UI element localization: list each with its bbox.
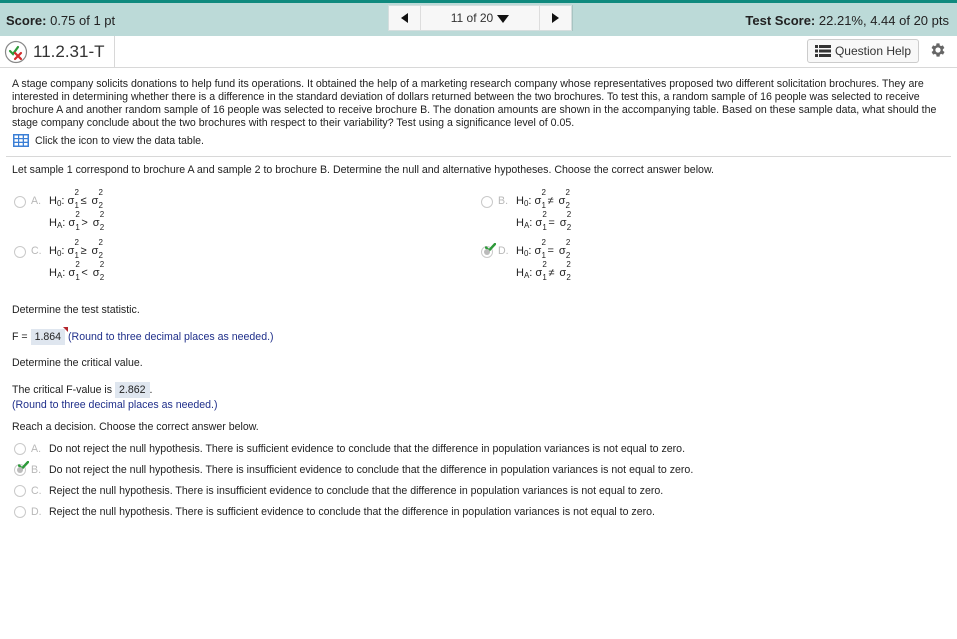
right-arrow-icon <box>552 13 559 23</box>
radio-button[interactable] <box>14 196 26 208</box>
option-letter: D. <box>31 506 42 518</box>
test-score-label: Test Score: <box>745 13 816 28</box>
option-letter: C. <box>31 245 42 257</box>
hypothesis-line: H A: σ 2 1 > σ 2 2 <box>49 210 105 232</box>
score-label: Score: <box>6 13 47 28</box>
option-text: Reject the null hypothesis. There is suf… <box>49 506 655 518</box>
critical-value-label: The critical F-value is <box>12 384 113 396</box>
question-score: Score: 0.75 of 1 pt <box>6 13 115 28</box>
sigma-symbol: σ21 <box>535 210 547 232</box>
hypothesis-line: H A: σ 2 1 ≠ σ 2 2 <box>516 260 571 282</box>
hypotheses-prompt: Let sample 1 correspond to brochure A an… <box>12 164 714 176</box>
question-help-label: Question Help <box>834 44 912 58</box>
option-letter: C. <box>31 485 42 497</box>
option-letter: B. <box>31 464 42 476</box>
period: . <box>149 384 153 396</box>
operator: = <box>548 217 555 229</box>
option-text: Do not reject the null hypothesis. There… <box>49 464 694 476</box>
hypothesis-line: H A: σ 2 1 = σ 2 2 <box>516 210 572 232</box>
critical-value-answer[interactable]: 2.862 <box>115 382 150 398</box>
decision-prompt: Reach a decision. Choose the correct ans… <box>12 421 259 433</box>
rounding-note: (Round to three decimal places as needed… <box>12 399 218 411</box>
operator: > <box>81 217 88 229</box>
radio-button[interactable] <box>481 243 496 258</box>
test-statistic-answer[interactable]: 1.864 <box>30 327 68 345</box>
decision-option[interactable]: B. Do not reject the null hypothesis. Th… <box>14 461 694 476</box>
test-score-value: 22.21%, 4.44 of 20 pts <box>818 13 949 28</box>
question-dropdown[interactable]: 11 of 20 <box>420 6 540 30</box>
hypothesis-line: H A: σ 2 1 < σ 2 2 <box>49 260 105 282</box>
hypothesis-pair: H 0: σ 2 1 ≥ σ 2 2 H A: σ 2 1 < σ 2 2 <box>49 238 105 284</box>
header-divider <box>114 36 115 67</box>
test-score: Test Score: 22.21%, 4.44 of 20 pts <box>745 13 949 28</box>
hypothesis-option[interactable]: C. H 0: σ 2 1 ≥ σ 2 2 H A: σ 2 1 < σ 2 2 <box>14 238 104 284</box>
option-letter: A. <box>31 195 42 207</box>
data-table-link[interactable]: Click the icon to view the data table. <box>13 134 204 147</box>
operator: ≤ <box>80 195 87 207</box>
operator: ≠ <box>547 195 554 207</box>
option-letter: A. <box>31 443 42 455</box>
f-label: F = <box>12 331 28 343</box>
gear-icon[interactable] <box>929 41 947 59</box>
sigma-symbol: σ21 <box>68 210 80 232</box>
score-value: 0.75 of 1 pt <box>50 13 116 28</box>
radio-button[interactable] <box>14 443 26 455</box>
hypothesis-pair: H 0: σ 2 1 ≠ σ 2 2 H A: σ 2 1 = σ 2 2 <box>516 188 572 234</box>
radio-button[interactable] <box>14 461 29 476</box>
chevron-down-icon <box>497 14 510 23</box>
correct-check-icon <box>485 243 496 252</box>
option-text: Do not reject the null hypothesis. There… <box>49 443 686 455</box>
decision-option[interactable]: D. Reject the null hypothesis. There is … <box>14 506 655 518</box>
sigma-symbol: σ21 <box>68 260 80 282</box>
data-table-link-text[interactable]: Click the icon to view the data table. <box>35 135 204 147</box>
option-text: Reject the null hypothesis. There is ins… <box>49 485 664 497</box>
sigma-symbol: σ21 <box>535 260 547 282</box>
decision-option[interactable]: A. Do not reject the null hypothesis. Th… <box>14 443 685 455</box>
sigma-symbol: σ22 <box>92 260 105 282</box>
test-statistic-prompt: Determine the test statistic. <box>12 304 140 316</box>
question-id: 11.2.31-T <box>33 42 105 61</box>
left-arrow-icon <box>401 13 408 23</box>
previous-question-button[interactable] <box>389 6 420 30</box>
operator: ≠ <box>548 267 555 279</box>
hypothesis-pair: H 0: σ 2 1 ≤ σ 2 2 H A: σ 2 1 > σ 2 2 <box>49 188 105 234</box>
nav-divider <box>572 5 573 31</box>
hypothesis-option[interactable]: A. H 0: σ 2 1 ≤ σ 2 2 H A: σ 2 1 > σ 2 2 <box>14 188 104 234</box>
hypothesis-pair: H 0: σ 2 1 = σ 2 2 H A: σ 2 1 ≠ σ 2 2 <box>516 238 571 284</box>
option-letter: B. <box>498 195 509 207</box>
hypothesis-option[interactable]: B. H 0: σ 2 1 ≠ σ 2 2 H A: σ 2 1 = σ 2 2 <box>481 188 571 234</box>
question-help-button[interactable]: Question Help <box>807 39 919 63</box>
option-letter: D. <box>498 245 509 257</box>
sigma-symbol: σ22 <box>559 210 572 232</box>
problem-statement: A stage company solicits donations to he… <box>12 78 937 129</box>
section-divider <box>6 156 951 157</box>
operator: = <box>547 245 554 257</box>
question-header: 11.2.31-T Question Help <box>0 36 957 68</box>
decision-option[interactable]: C. Reject the null hypothesis. There is … <box>14 485 663 497</box>
hypothesis-option[interactable]: D. H 0: σ 2 1 = σ 2 2 H A: σ 2 1 ≠ σ 2 2 <box>481 238 571 284</box>
data-table-icon[interactable] <box>13 134 29 147</box>
test-statistic-row: F = 1.864 (Round to three decimal places… <box>12 327 274 345</box>
correct-check-icon <box>18 461 29 470</box>
partial-credit-icon <box>4 40 28 64</box>
rounding-note: (Round to three decimal places as needed… <box>68 331 274 343</box>
operator: < <box>81 267 88 279</box>
list-icon <box>814 45 831 57</box>
radio-button[interactable] <box>14 246 26 258</box>
critical-value-prompt: Determine the critical value. <box>12 357 143 369</box>
radio-button[interactable] <box>481 196 493 208</box>
sigma-symbol: σ22 <box>92 210 105 232</box>
question-navigator: 11 of 20 <box>388 5 572 31</box>
sigma-symbol: σ22 <box>559 260 571 282</box>
question-position: 11 of 20 <box>450 11 494 25</box>
operator: ≥ <box>80 245 87 257</box>
next-question-button[interactable] <box>540 6 571 30</box>
critical-value-row: The critical F-value is 2.862. <box>12 382 153 398</box>
radio-button[interactable] <box>14 485 26 497</box>
radio-button[interactable] <box>14 506 26 518</box>
